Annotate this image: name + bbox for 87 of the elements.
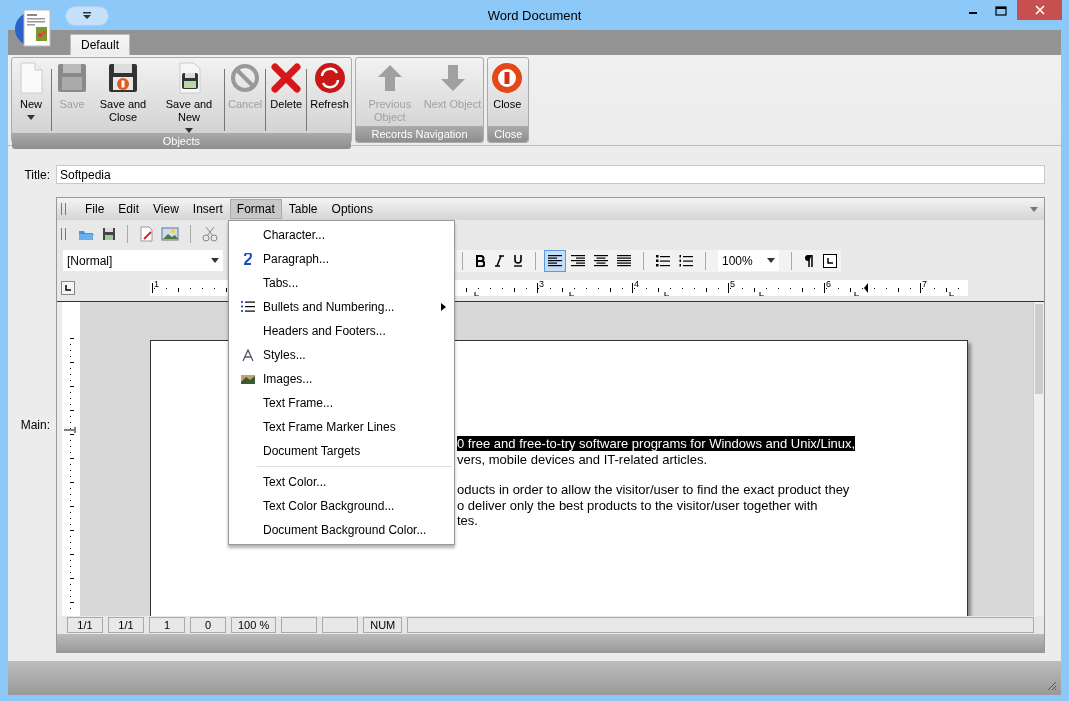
title-field[interactable]: Softpedia [56,165,1045,184]
ruler-number: 5 [730,278,735,289]
status-cell: 1/1 [108,617,144,633]
image-icon[interactable] [161,226,179,241]
pilcrow-icon[interactable] [804,254,814,267]
ruler-number: 6 [826,278,831,289]
ribbon-tab[interactable]: Default [70,34,131,55]
menu-item[interactable]: View [146,199,186,219]
status-cell [281,617,318,633]
window-title: Word Document [487,7,582,23]
caret-icon [82,12,92,20]
menu-item[interactable]: Text Color... [229,470,454,494]
menu-item[interactable]: Text Color Background... [229,494,454,518]
caret-icon [211,258,219,263]
maximize-icon [995,6,1007,16]
menu-item[interactable]: Options [324,199,380,219]
quick-access-button[interactable] [65,6,109,26]
vertical-ruler[interactable] [62,302,80,616]
bullet-list-icon [241,301,255,313]
ribbon-button[interactable]: Refresh [309,61,350,111]
menu-item[interactable]: Edit [111,199,147,219]
tab-type-icon[interactable] [61,280,75,295]
power-icon [490,61,525,95]
ruler-number: 7 [922,278,927,289]
status-cell: 100 % [231,617,277,633]
menu-item[interactable]: Table [281,199,325,219]
document-text: vers, mobile devices and IT-related articles. [457,451,707,467]
menu-item[interactable]: Headers and Footers... [229,319,454,343]
styles-icon [242,348,254,362]
status-cell: 1 [149,617,185,633]
document-edit-icon[interactable] [139,225,153,242]
group-title: Objects [12,133,351,149]
style-dropdown[interactable]: [Normal] [63,250,223,271]
caret-icon [767,258,775,263]
status-cell: 0 [190,617,226,633]
group-title: Close [488,126,529,142]
refresh-icon [312,61,347,95]
menu-item[interactable]: Insert [185,199,230,219]
scissors-icon[interactable] [202,225,218,242]
paragraph-icon [243,253,253,265]
zoom-dropdown[interactable]: 100% [718,250,779,271]
menu-item[interactable]: Text Frame... [229,391,454,415]
bullet-list-icon[interactable] [656,254,670,267]
ribbon-button[interactable]: Save and Close [90,61,156,124]
close-icon [1033,4,1046,16]
menu-item[interactable]: Document Background Color... [229,518,454,542]
menu-item[interactable]: Document Targets [229,439,454,463]
image-icon [240,373,256,385]
align-button[interactable] [544,249,566,272]
menu-item[interactable]: Bullets and Numbering... [229,295,454,319]
overflow-caret-icon[interactable] [1030,206,1038,212]
menu-item[interactable]: Paragraph... [229,247,454,271]
field-label: Main: [19,418,51,432]
save-icon[interactable] [102,226,116,241]
status-cell [322,617,359,633]
italic-icon[interactable] [494,254,504,267]
menu-item[interactable]: Images... [229,367,454,391]
document-text: o deliver only the best products to the visitor/user together with [457,497,818,513]
menu-item[interactable]: Text Frame Marker Lines [229,415,454,439]
align-center-icon [594,254,608,267]
document-text: oducts in order to allow the visitor/user to find the exact product they [457,482,850,497]
ribbon-button[interactable]: Delete [268,61,305,111]
ruler-number: 4 [634,278,639,289]
status-cell: 1/1 [67,617,103,633]
field-label: Title: [23,167,51,182]
document-text: 0 free and free-to-try software programs for Windows and Unix/Linux, [457,436,856,451]
resize-grip-icon[interactable] [1045,679,1057,691]
x-icon [269,61,304,95]
menu-item[interactable]: Format [229,199,282,219]
bold-icon[interactable] [475,254,485,267]
justify-icon [617,254,631,267]
align-left-icon [548,254,562,267]
ruler-number: 1 [154,278,159,289]
numbered-list-icon[interactable] [679,254,693,267]
status-cell: NUM [363,617,403,633]
underline-icon[interactable] [513,254,523,267]
group-title: Records Navigation [355,126,484,142]
ruler-number: 3 [539,278,544,289]
ribbon-button[interactable]: Close [489,61,526,111]
document-text: tes. [457,513,478,528]
tab-stop-icon[interactable] [823,253,837,268]
menu-item[interactable]: Styles... [229,343,454,367]
ribbon-button[interactable]: Save and New [156,61,222,133]
vertical-scrollbar[interactable] [1033,302,1044,616]
ribbon-button[interactable]: New [13,61,49,120]
menu-item[interactable]: File [78,199,112,219]
align-right-icon [571,254,585,267]
